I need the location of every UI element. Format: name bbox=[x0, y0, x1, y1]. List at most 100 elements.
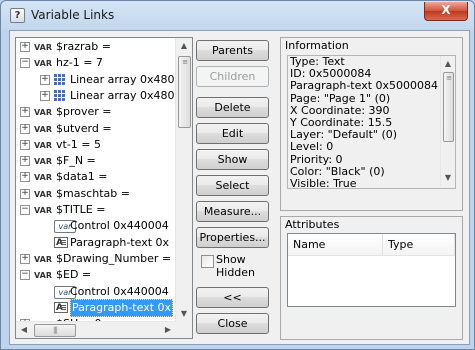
tree-item[interactable]: + VAR vt-1 = 5 bbox=[16, 137, 176, 153]
children-button[interactable]: Children bbox=[196, 66, 269, 87]
var-icon: VAR bbox=[34, 140, 52, 150]
column-header-type[interactable]: Type bbox=[383, 234, 455, 256]
info-line: Paragraph-text 0x5000084 bbox=[290, 79, 439, 93]
tree-item[interactable]: − VAR $TITLE = bbox=[16, 202, 176, 218]
horizontal-scroll-thumb[interactable]: ||| bbox=[34, 324, 76, 337]
attributes-title: Attributes bbox=[285, 218, 340, 231]
tree-item-label: Control 0x440004 bbox=[70, 219, 169, 233]
collapse-icon[interactable]: − bbox=[20, 270, 30, 281]
window-title: Variable Links bbox=[31, 8, 115, 22]
tree-item[interactable]: A Paragraph-text 0x bbox=[16, 235, 176, 251]
title-bar[interactable]: ? Variable Links X bbox=[1, 1, 474, 30]
tree-item[interactable]: + VAR $razrab = bbox=[16, 39, 176, 55]
expand-icon[interactable]: + bbox=[20, 172, 30, 183]
tree-item[interactable]: + VAR $Drawing_Number = bbox=[16, 251, 176, 267]
tree-horizontal-scrollbar[interactable]: ◀ ||| ▶ bbox=[16, 321, 176, 338]
var-icon: VAR bbox=[34, 254, 52, 264]
delete-button[interactable]: Delete bbox=[196, 97, 269, 118]
var-icon: VAR bbox=[34, 173, 52, 183]
information-title: Information bbox=[285, 39, 349, 52]
expand-icon[interactable]: + bbox=[20, 42, 30, 52]
tree-item-label: $data1 = bbox=[56, 170, 108, 184]
tree-item-label: $F_N = bbox=[56, 154, 96, 168]
var-icon: VAR bbox=[34, 271, 52, 281]
tree-item[interactable]: A Paragraph-text 0x bbox=[16, 298, 176, 317]
tree-item-label: hz-1 = 7 bbox=[56, 56, 103, 70]
var-icon: VAR bbox=[34, 43, 52, 52]
tree-item[interactable]: + VAR $F_N = bbox=[16, 153, 176, 169]
info-line: Priority: 0 bbox=[290, 152, 343, 166]
back-button[interactable]: << bbox=[196, 287, 269, 308]
scroll-right-arrow-icon[interactable]: ▶ bbox=[160, 322, 176, 338]
tree-item[interactable]: + VAR $data1 = bbox=[16, 169, 176, 185]
tree-item[interactable]: + Linear array 0x480 bbox=[16, 88, 176, 104]
info-scroll-thumb[interactable]: ≡ bbox=[443, 72, 454, 142]
column-header-name[interactable]: Name bbox=[288, 234, 383, 256]
var-icon: VAR bbox=[34, 59, 52, 69]
vertical-scroll-thumb[interactable]: ≡ bbox=[178, 56, 191, 128]
var-icon: VAR bbox=[34, 189, 52, 199]
info-line: Level: 0 bbox=[290, 140, 334, 154]
tree-item[interactable]: + Linear array 0x480 bbox=[16, 72, 176, 88]
tree-item[interactable]: + VAR $prover = bbox=[16, 104, 176, 120]
expand-icon[interactable]: + bbox=[40, 74, 50, 85]
expand-icon[interactable]: + bbox=[20, 156, 30, 167]
dialog-client-area: + VAR $razrab = − VAR hz-1 = 7 + Linear array 0… bbox=[9, 30, 470, 345]
expand-icon[interactable]: + bbox=[20, 107, 30, 118]
attributes-list[interactable]: Name Type bbox=[287, 233, 456, 307]
scroll-down-arrow-icon[interactable]: ▼ bbox=[176, 306, 192, 322]
tree-item[interactable]: + VAR $maschtab = bbox=[16, 186, 176, 202]
collapse-icon[interactable]: − bbox=[20, 58, 30, 69]
tree-item[interactable]: var Control 0x440004 bbox=[16, 284, 176, 300]
select-button[interactable]: Select bbox=[196, 175, 269, 196]
tree-item[interactable]: var Control 0x440004 bbox=[16, 218, 176, 234]
info-scroll-down-icon[interactable]: ▼ bbox=[441, 170, 455, 186]
tree-item-label: $razrab = bbox=[56, 40, 111, 53]
parents-button[interactable]: Parents bbox=[196, 40, 269, 61]
collapse-icon[interactable]: − bbox=[20, 205, 30, 215]
scroll-up-arrow-icon[interactable]: ▲ bbox=[176, 38, 192, 54]
show-hidden-checkbox[interactable] bbox=[201, 255, 214, 268]
var-icon: VAR bbox=[34, 108, 52, 118]
paragraph-icon: A bbox=[54, 236, 68, 248]
show-button[interactable]: Show bbox=[196, 149, 269, 170]
information-text: Type: Text ID: 0x5000084 Paragraph-text 0x… bbox=[287, 55, 456, 189]
paragraph-icon: A bbox=[54, 301, 68, 313]
tree-item-label: Paragraph-text 0x bbox=[70, 235, 170, 249]
expand-icon[interactable]: + bbox=[40, 90, 50, 101]
properties-button[interactable]: Properties... bbox=[196, 227, 269, 248]
measure-button[interactable]: Measure... bbox=[196, 201, 269, 222]
tree-item-label: vt-1 = 5 bbox=[56, 137, 101, 151]
tree-item[interactable]: − VAR $ED = bbox=[16, 267, 176, 283]
array-icon bbox=[54, 89, 65, 101]
tree-item-label: Linear array 0x480 bbox=[70, 88, 175, 102]
tree-item-label: Control 0x440004 bbox=[70, 284, 169, 298]
var-icon: VAR bbox=[34, 157, 52, 167]
info-line: Visible: True bbox=[290, 176, 357, 189]
tree-item-label: Paragraph-text 0x bbox=[70, 298, 174, 317]
scroll-corner bbox=[176, 322, 192, 338]
expand-icon[interactable]: + bbox=[20, 139, 30, 150]
help-icon: ? bbox=[10, 8, 25, 23]
info-scroll-up-icon[interactable]: ▲ bbox=[441, 56, 455, 72]
tree-item-label: $maschtab = bbox=[56, 186, 130, 200]
variable-tree[interactable]: + VAR $razrab = − VAR hz-1 = 7 + Linear array 0… bbox=[15, 37, 193, 339]
tree-item-label: $prover = bbox=[56, 105, 112, 119]
expand-icon[interactable]: + bbox=[20, 253, 30, 264]
expand-icon[interactable]: + bbox=[20, 188, 30, 199]
tree-item-label: Linear array 0x480 bbox=[70, 72, 175, 86]
info-vertical-scrollbar[interactable]: ▲ ≡ ▼ bbox=[440, 56, 455, 186]
close-button[interactable]: Close bbox=[196, 313, 269, 334]
tree-item[interactable]: − VAR hz-1 = 7 bbox=[16, 55, 176, 71]
tree-item-label: $Drawing_Number = bbox=[56, 251, 172, 265]
close-window-button[interactable]: X bbox=[424, 2, 468, 21]
edit-button[interactable]: Edit bbox=[196, 123, 269, 144]
tree-vertical-scrollbar[interactable]: ▲ ≡ ▼ bbox=[175, 38, 192, 322]
tree-item[interactable]: + VAR $utverd = bbox=[16, 121, 176, 137]
scroll-left-arrow-icon[interactable]: ◀ bbox=[16, 322, 32, 338]
variable-links-window: ? Variable Links X + VAR $razrab = − VAR hz-1… bbox=[0, 0, 475, 350]
array-icon bbox=[54, 73, 65, 85]
var-icon: VAR bbox=[34, 206, 52, 215]
expand-icon[interactable]: + bbox=[20, 123, 30, 134]
tree-item-label: $ED = bbox=[56, 268, 92, 282]
